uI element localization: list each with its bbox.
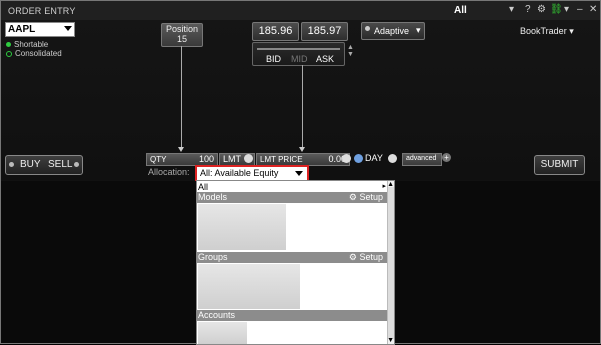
chevron-down-icon: [295, 171, 303, 176]
order-type-value: LMT: [223, 154, 241, 164]
sell-button[interactable]: SELL: [48, 159, 72, 170]
scrollbar-thumb[interactable]: [388, 187, 394, 339]
chevron-down-icon: ▾: [569, 26, 574, 36]
shortable-dot-icon: [6, 42, 11, 48]
slider-track: [257, 48, 340, 50]
bid-mid-ask-slider[interactable]: BID MID ASK: [252, 42, 345, 66]
dropdown-section-accounts: Accounts: [197, 310, 387, 321]
position-arrowhead: [178, 147, 184, 152]
advanced-label: advanced: [406, 155, 437, 162]
section-name: Accounts: [198, 310, 236, 320]
dropdown-section-groups: Groups ⚙ Setup: [197, 252, 387, 263]
link-icon[interactable]: ⛓: [550, 4, 563, 15]
booktrader-label: BookTrader: [520, 26, 567, 36]
buy-button[interactable]: BUY: [20, 159, 41, 170]
qty-value[interactable]: 100: [199, 154, 214, 164]
dropdown-scrollbar[interactable]: ▲ ▼: [387, 181, 394, 344]
allocation-value: All: Available Equity: [200, 168, 279, 178]
symbol-value: AAPL: [8, 24, 36, 35]
buy-knob-icon: [9, 162, 14, 167]
position-label: Position: [165, 24, 199, 34]
consolidated-dot-icon: [6, 50, 12, 57]
minimize-icon[interactable]: –: [577, 4, 583, 15]
close-icon[interactable]: ✕: [589, 4, 597, 15]
limit-price-label: LMT PRICE: [260, 155, 303, 164]
help-icon[interactable]: ?: [525, 4, 531, 15]
algo-select[interactable]: Adaptive ▾: [361, 22, 425, 40]
setup-link-groups[interactable]: ⚙ Setup: [349, 252, 383, 263]
add-icon[interactable]: +: [442, 153, 451, 162]
symbol-select[interactable]: AAPL: [5, 22, 75, 37]
models-list-blurred[interactable]: [198, 204, 286, 250]
status-shortable: Shortable: [6, 40, 48, 49]
algo-dot-icon: [365, 26, 370, 31]
accounts-list-blurred[interactable]: [198, 322, 247, 344]
submit-button[interactable]: SUBMIT: [534, 155, 585, 175]
ask-price[interactable]: 185.97: [301, 22, 348, 41]
order-type-dropdown-icon[interactable]: [244, 154, 253, 163]
filter-label[interactable]: All: [454, 5, 467, 16]
window-title: ORDER ENTRY: [8, 6, 76, 16]
chevron-down-icon: [64, 26, 72, 31]
dropdown-section-models: Models ⚙ Setup: [197, 192, 387, 203]
bid-label[interactable]: BID: [266, 54, 281, 64]
position-arrow-line: [181, 46, 182, 148]
submenu-arrow-icon: ▸: [382, 183, 386, 190]
booktrader-menu[interactable]: BookTrader ▾: [520, 26, 574, 37]
qty-label: QTY: [150, 155, 167, 164]
scroll-up-icon[interactable]: ▲: [387, 181, 394, 188]
dropdown-item-all[interactable]: All: [198, 182, 208, 192]
gear-icon[interactable]: ⚙: [537, 4, 546, 15]
ask-label[interactable]: ASK: [316, 54, 334, 64]
setup-link-models[interactable]: ⚙ Setup: [349, 192, 383, 203]
position-value: 15: [176, 34, 187, 44]
algo-label: Adaptive: [374, 26, 410, 36]
section-name: Models: [198, 192, 228, 202]
menu-dropdown-icon[interactable]: ▾: [564, 4, 569, 15]
position-box[interactable]: Position 15: [161, 23, 203, 47]
chevron-down-icon: ▾: [416, 25, 421, 35]
bid-price[interactable]: 185.96: [252, 22, 299, 41]
advanced-button[interactable]: advanced: [402, 153, 442, 166]
section-name: Groups: [198, 252, 228, 262]
tif-icon[interactable]: [354, 154, 363, 163]
title-bar: ORDER ENTRY All ▾ ? ⚙ ⛓ ▾ – ✕: [1, 1, 600, 21]
mid-label[interactable]: MID: [291, 54, 308, 64]
tif-dropdown-icon[interactable]: [388, 154, 397, 163]
status-consolidated: Consolidated: [6, 49, 62, 58]
groups-list-blurred[interactable]: [198, 264, 300, 309]
scroll-down-icon[interactable]: ▼: [387, 337, 394, 344]
allocation-label: Allocation:: [148, 167, 190, 177]
tif-value[interactable]: DAY: [365, 153, 383, 163]
price-arrow-line: [302, 65, 303, 148]
filter-dropdown-icon[interactable]: ▾: [509, 4, 514, 15]
price-stepper-icon[interactable]: [342, 154, 351, 163]
buy-sell-toggle[interactable]: BUY SELL: [5, 155, 83, 175]
allocation-dropdown-list[interactable]: All ▸ Models ⚙ Setup Groups ⚙ Setup Acco…: [196, 180, 395, 345]
slider-stepper-icon[interactable]: ▲ ▼: [347, 44, 354, 58]
sell-knob-icon: [74, 162, 79, 167]
price-arrowhead: [299, 147, 305, 152]
